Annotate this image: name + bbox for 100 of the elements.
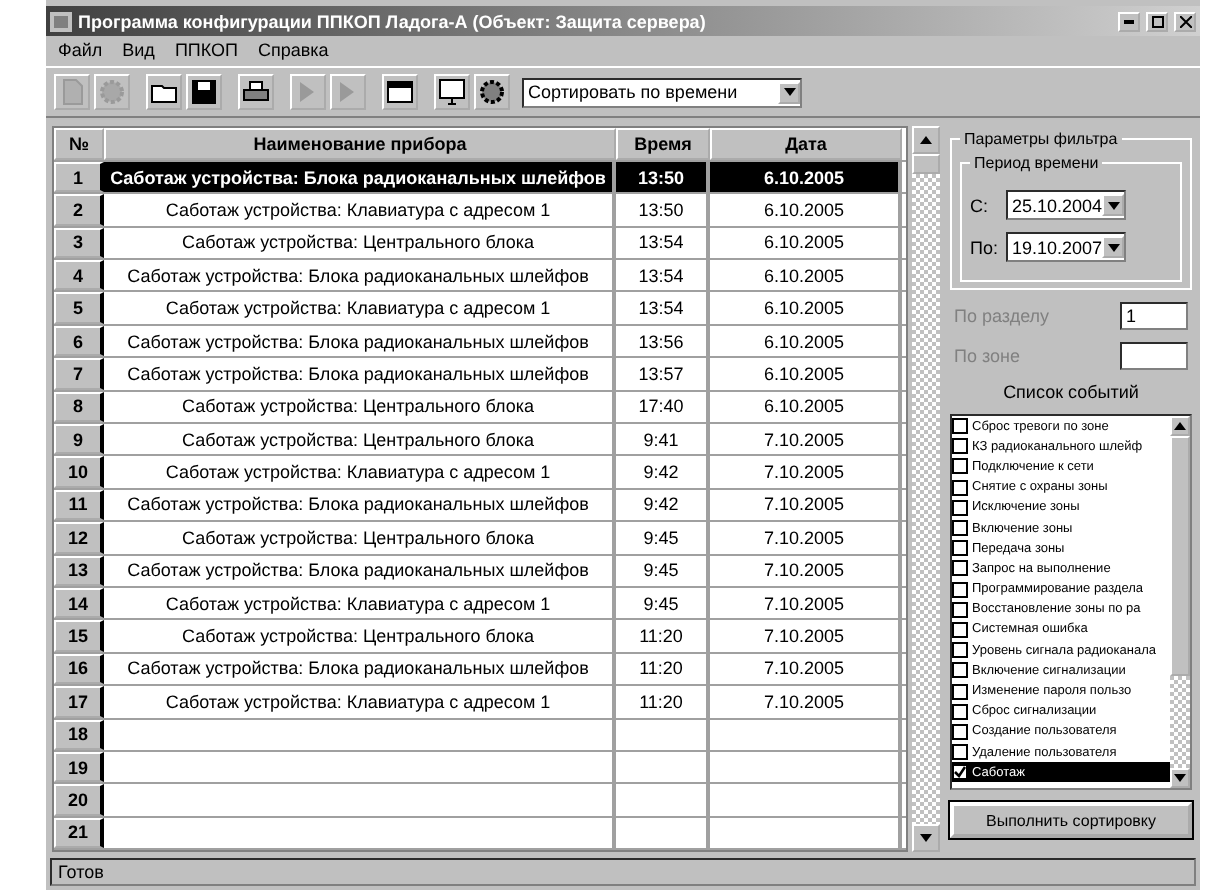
input-field[interactable]: [1120, 342, 1188, 370]
caret-down-icon: [920, 834, 932, 842]
row-number[interactable]: 19: [54, 751, 104, 783]
row-number[interactable]: 6: [54, 325, 104, 357]
row-number[interactable]: 4: [54, 260, 104, 291]
checkbox[interactable]: [952, 621, 968, 638]
caret-down-icon: [1107, 201, 1120, 209]
row-number[interactable]: 3: [54, 227, 104, 259]
close-button[interactable]: [1174, 11, 1196, 31]
menu-item[interactable]: Справка: [258, 40, 329, 62]
table-cell: 13:54: [616, 260, 710, 291]
caret-up-icon: [920, 136, 932, 144]
input-field[interactable]: 1: [1120, 302, 1188, 330]
checkbox[interactable]: [952, 438, 968, 455]
table-cell: 9:45: [616, 587, 710, 619]
toolbar-button[interactable]: [146, 74, 182, 110]
checkbox[interactable]: [952, 744, 968, 761]
checkbox[interactable]: [952, 540, 968, 557]
field-label: По зоне: [954, 346, 1020, 366]
row-number[interactable]: 20: [54, 784, 104, 816]
table-cell: 6.10.2005: [710, 325, 902, 357]
table-cell: 7.10.2005: [710, 489, 902, 521]
table-cell: 6.10.2005: [710, 194, 902, 226]
scrollbar[interactable]: [912, 126, 940, 852]
checkbox[interactable]: [952, 723, 968, 740]
row-number[interactable]: 15: [54, 620, 104, 652]
window-title: Программа конфигурации ППКОП Ладога-А (Объект: Защита сервера): [78, 11, 708, 31]
app-icon: [50, 11, 72, 31]
column-header[interactable]: Время: [616, 128, 710, 160]
row-number[interactable]: 2: [54, 194, 104, 226]
checkbox[interactable]: [952, 479, 968, 496]
gear-icon: [478, 78, 506, 106]
table-cell: 13:54: [616, 292, 710, 324]
row-number[interactable]: 9: [54, 423, 104, 455]
toolbar-button[interactable]: [474, 74, 510, 110]
scroll-thumb[interactable]: [1170, 436, 1190, 676]
column-header[interactable]: №: [54, 128, 104, 160]
checkbox[interactable]: [952, 458, 968, 475]
table-cell: Саботаж устройства: Блока радиоканальных шлейфов: [104, 161, 616, 193]
table-cell: 6.10.2005: [710, 391, 902, 422]
table-cell: Саботаж устройства: Центрального блока: [104, 522, 616, 554]
table-cell: Саботаж устройства: Блока радиоканальных шлейфов: [104, 489, 616, 521]
table-cell: 9:42: [616, 456, 710, 488]
toolbar-button[interactable]: [434, 74, 470, 110]
table-cell: Саботаж устройства: Клавиатура с адресом 1: [104, 587, 616, 619]
caret-down-icon: [1107, 243, 1120, 251]
table-cell: Саботаж устройства: Блока радиоканальных шлейфов: [104, 260, 616, 291]
toolbar-button[interactable]: [382, 74, 418, 110]
table-cell: 9:45: [616, 522, 710, 554]
table-cell: 7.10.2005: [710, 423, 902, 455]
menu-item[interactable]: Файл: [58, 40, 103, 62]
field-label: По разделу: [954, 306, 1050, 326]
checkbox[interactable]: [952, 560, 968, 577]
scrollbar[interactable]: [1170, 416, 1190, 788]
checkbox[interactable]: [952, 581, 968, 598]
row-number[interactable]: 16: [54, 653, 104, 685]
checkbox[interactable]: [952, 662, 968, 679]
checkbox[interactable]: [952, 683, 968, 700]
table-cell: 13:57: [616, 358, 710, 390]
table-cell: Саботаж устройства: Клавиатура с адресом 1: [104, 456, 616, 488]
toolbar-button[interactable]: [238, 74, 274, 110]
checkbox[interactable]: [952, 703, 968, 720]
date-picker[interactable]: 19.10.2007: [1006, 232, 1126, 262]
checkbox[interactable]: [952, 764, 968, 781]
date-picker[interactable]: 25.10.2004: [1006, 190, 1126, 220]
row-number[interactable]: 10: [54, 456, 104, 488]
row-number[interactable]: 7: [54, 358, 104, 390]
maximize-button[interactable]: [1146, 11, 1168, 31]
table-cell: 13:50: [616, 161, 710, 193]
column-header[interactable]: Наименование прибора: [104, 128, 616, 160]
row-number[interactable]: 5: [54, 292, 104, 324]
apply-button[interactable]: Выполнить сортировку: [950, 802, 1192, 838]
minimize-button[interactable]: [1118, 11, 1140, 31]
table-cell: 9:45: [616, 555, 710, 586]
sort-dropdown[interactable]: Сортировать по времени: [522, 77, 802, 107]
row-number[interactable]: 11: [54, 489, 104, 521]
table-cell: Саботаж устройства: Центрального блока: [104, 227, 616, 259]
checkbox[interactable]: [952, 520, 968, 537]
row-number[interactable]: 17: [54, 686, 104, 717]
row-number[interactable]: 14: [54, 587, 104, 619]
row-number[interactable]: 8: [54, 391, 104, 422]
menu-item[interactable]: Вид: [122, 40, 155, 62]
toolbar-button[interactable]: [186, 74, 222, 110]
checkbox[interactable]: [952, 642, 968, 659]
table-cell: Саботаж устройства: Блока радиоканальных шлейфов: [104, 653, 616, 685]
status-text: Готов: [58, 862, 104, 882]
row-number[interactable]: 12: [54, 522, 104, 554]
gear-icon: [98, 78, 126, 106]
scroll-thumb[interactable]: [912, 154, 940, 174]
row-number[interactable]: 13: [54, 555, 104, 586]
menu-item[interactable]: ППКОП: [174, 40, 238, 62]
row-number[interactable]: 18: [54, 719, 104, 750]
checkbox[interactable]: [952, 601, 968, 618]
checkbox[interactable]: [952, 418, 968, 435]
table-cell: Саботаж устройства: Блока радиоканальных шлейфов: [104, 358, 616, 390]
row-number[interactable]: 1: [54, 161, 104, 193]
row-number[interactable]: 21: [54, 817, 104, 849]
column-header[interactable]: Дата: [710, 128, 902, 160]
checkbox[interactable]: [952, 499, 968, 516]
table-cell: Саботаж устройства: Центрального блока: [104, 620, 616, 652]
